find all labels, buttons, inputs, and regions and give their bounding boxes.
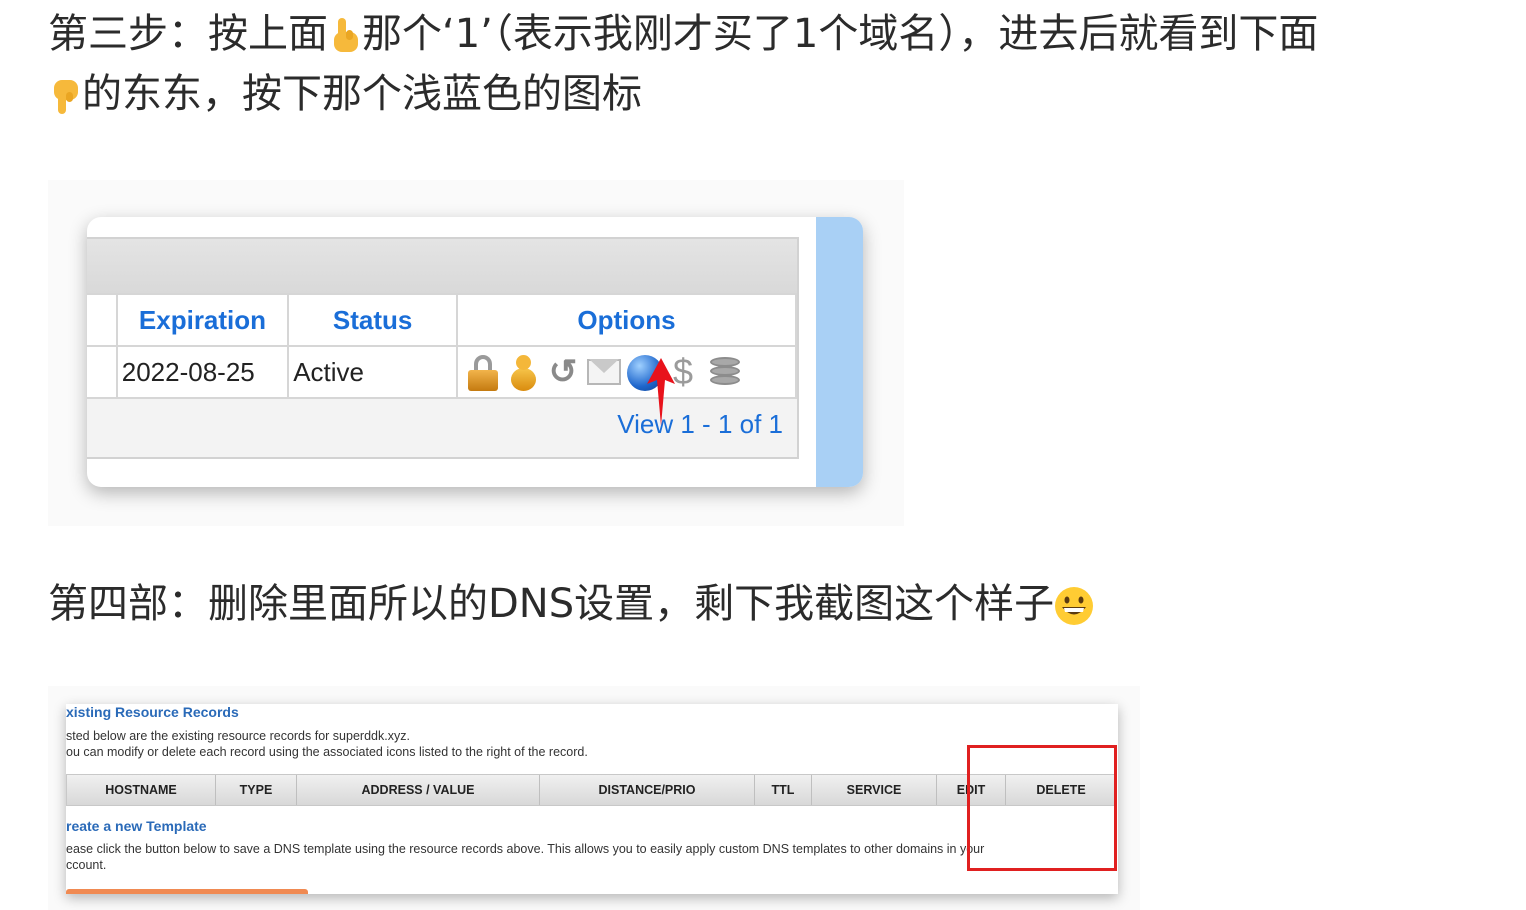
step3-paragraph: 第三步：按上面 那个‘1’（表示我刚才买了1个域名），进去后就看到下面的东东，按下… [48, 4, 1488, 124]
red-highlight-box [967, 745, 1117, 871]
pagination-text: View 1 - 1 of 1 [617, 409, 783, 439]
return-icon[interactable]: ↺ [546, 353, 580, 391]
red-arrow-annotation [647, 358, 675, 426]
col-service: SERVICE [812, 775, 937, 805]
col-ttl: TTL [755, 775, 812, 805]
cell-expiration: 2022-08-25 [115, 345, 290, 399]
user-icon[interactable] [506, 353, 540, 391]
step3-text-b: 那个‘1’（表示我刚才买了1个域名），进去后就看到下面 [362, 11, 1319, 57]
resource-records-window: xisting Resource Records sted below are … [66, 704, 1118, 894]
table-header-cut [87, 293, 118, 347]
mail-icon[interactable] [586, 353, 621, 391]
side-strip [816, 217, 863, 487]
pointing-down-hand-icon [54, 80, 78, 114]
table-header-row: Expiration Status Options [87, 293, 797, 347]
domain-list-screenshot: Expiration Status Options 2022-08-25 Act… [48, 180, 904, 526]
cell-status: Active [287, 345, 458, 399]
cell-options: ↺ $ [456, 345, 797, 399]
domain-panel: Expiration Status Options 2022-08-25 Act… [87, 237, 799, 459]
col-address: ADDRESS / VALUE [297, 775, 540, 805]
cell-cut [87, 345, 118, 399]
template-desc-1: ease click the button below to save a DN… [66, 842, 985, 856]
table-row: 2022-08-25 Active ↺ $ [87, 345, 797, 399]
database-icon[interactable] [706, 353, 740, 391]
template-desc-2: ccount. [66, 858, 107, 872]
panel-header [87, 239, 797, 293]
step4-paragraph: 第四部：删除里面所以的DNS设置，剩下我截图这个样子 [48, 574, 1488, 634]
col-distance: DISTANCE/PRIO [540, 775, 755, 805]
col-type: TYPE [216, 775, 297, 805]
domain-list-window: Expiration Status Options 2022-08-25 Act… [87, 217, 863, 487]
step4-text: 第四部：删除里面所以的DNS设置，剩下我截图这个样子 [48, 581, 1055, 627]
step3-text-c: 的东东，按下那个浅蓝色的图标 [82, 71, 642, 117]
header-expiration[interactable]: Expiration [115, 293, 290, 347]
records-table-header: HOSTNAME TYPE ADDRESS / VALUE DISTANCE/P… [66, 774, 1117, 806]
domain-table: Expiration Status Options 2022-08-25 Act… [87, 293, 797, 399]
pagination-row: View 1 - 1 of 1 [87, 397, 797, 455]
save-template-button[interactable] [66, 889, 308, 894]
grinning-face-icon [1055, 587, 1094, 625]
header-status[interactable]: Status [287, 293, 458, 347]
create-template-link[interactable]: reate a new Template [66, 818, 207, 834]
records-title: xisting Resource Records [66, 704, 239, 720]
step3-text-a: 第三步：按上面 [48, 11, 328, 57]
records-desc-1: sted below are the existing resource rec… [66, 729, 410, 743]
lock-icon[interactable] [466, 353, 500, 391]
header-options: Options [456, 293, 797, 347]
col-hostname: HOSTNAME [67, 775, 216, 805]
records-desc-2: ou can modify or delete each record usin… [66, 745, 588, 759]
pointing-up-hand-icon [334, 18, 358, 52]
